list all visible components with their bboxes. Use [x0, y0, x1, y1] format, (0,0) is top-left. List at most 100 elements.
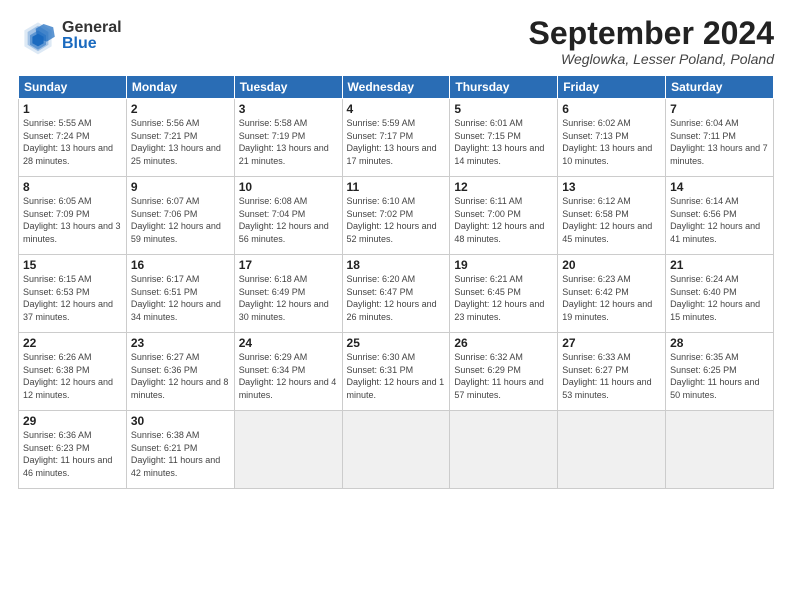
day-number: 16: [131, 258, 230, 272]
calendar-empty-cell: [342, 411, 450, 489]
logo-blue: Blue: [62, 36, 122, 52]
calendar-empty-cell: [234, 411, 342, 489]
calendar-table: SundayMondayTuesdayWednesdayThursdayFrid…: [18, 75, 774, 489]
calendar-day-25: 25 Sunrise: 6:30 AM Sunset: 6:31 PM Dayl…: [342, 333, 450, 411]
day-header-saturday: Saturday: [666, 76, 774, 99]
calendar-day-5: 5 Sunrise: 6:01 AM Sunset: 7:15 PM Dayli…: [450, 99, 558, 177]
day-number: 19: [454, 258, 553, 272]
calendar-day-28: 28 Sunrise: 6:35 AM Sunset: 6:25 PM Dayl…: [666, 333, 774, 411]
day-detail: Sunrise: 6:24 AM Sunset: 6:40 PM Dayligh…: [670, 273, 769, 323]
day-number: 13: [562, 180, 661, 194]
calendar-day-4: 4 Sunrise: 5:59 AM Sunset: 7:17 PM Dayli…: [342, 99, 450, 177]
day-detail: Sunrise: 6:26 AM Sunset: 6:38 PM Dayligh…: [23, 351, 122, 401]
calendar-day-17: 17 Sunrise: 6:18 AM Sunset: 6:49 PM Dayl…: [234, 255, 342, 333]
day-number: 14: [670, 180, 769, 194]
day-detail: Sunrise: 6:04 AM Sunset: 7:11 PM Dayligh…: [670, 117, 769, 167]
day-header-sunday: Sunday: [19, 76, 127, 99]
day-header-monday: Monday: [126, 76, 234, 99]
day-detail: Sunrise: 6:30 AM Sunset: 6:31 PM Dayligh…: [347, 351, 446, 401]
calendar-day-3: 3 Sunrise: 5:58 AM Sunset: 7:19 PM Dayli…: [234, 99, 342, 177]
calendar-day-6: 6 Sunrise: 6:02 AM Sunset: 7:13 PM Dayli…: [558, 99, 666, 177]
calendar-header-row: SundayMondayTuesdayWednesdayThursdayFrid…: [19, 76, 774, 99]
calendar-day-8: 8 Sunrise: 6:05 AM Sunset: 7:09 PM Dayli…: [19, 177, 127, 255]
calendar-day-20: 20 Sunrise: 6:23 AM Sunset: 6:42 PM Dayl…: [558, 255, 666, 333]
calendar-day-21: 21 Sunrise: 6:24 AM Sunset: 6:40 PM Dayl…: [666, 255, 774, 333]
calendar-day-26: 26 Sunrise: 6:32 AM Sunset: 6:29 PM Dayl…: [450, 333, 558, 411]
day-number: 10: [239, 180, 338, 194]
day-detail: Sunrise: 6:07 AM Sunset: 7:06 PM Dayligh…: [131, 195, 230, 245]
logo-icon: [18, 16, 58, 56]
calendar-empty-cell: [450, 411, 558, 489]
day-number: 2: [131, 102, 230, 116]
day-header-friday: Friday: [558, 76, 666, 99]
day-number: 6: [562, 102, 661, 116]
calendar-day-18: 18 Sunrise: 6:20 AM Sunset: 6:47 PM Dayl…: [342, 255, 450, 333]
day-number: 17: [239, 258, 338, 272]
calendar-week-2: 8 Sunrise: 6:05 AM Sunset: 7:09 PM Dayli…: [19, 177, 774, 255]
calendar-day-15: 15 Sunrise: 6:15 AM Sunset: 6:53 PM Dayl…: [19, 255, 127, 333]
day-number: 8: [23, 180, 122, 194]
day-detail: Sunrise: 6:35 AM Sunset: 6:25 PM Dayligh…: [670, 351, 769, 401]
logo-text: General Blue: [62, 20, 122, 52]
day-number: 29: [23, 414, 122, 428]
month-title: September 2024: [529, 16, 774, 51]
day-number: 21: [670, 258, 769, 272]
day-number: 28: [670, 336, 769, 350]
day-number: 20: [562, 258, 661, 272]
day-detail: Sunrise: 6:36 AM Sunset: 6:23 PM Dayligh…: [23, 429, 122, 479]
calendar-page: General Blue September 2024 Weglowka, Le…: [0, 0, 792, 612]
day-detail: Sunrise: 6:18 AM Sunset: 6:49 PM Dayligh…: [239, 273, 338, 323]
logo: General Blue: [18, 16, 122, 56]
day-detail: Sunrise: 6:21 AM Sunset: 6:45 PM Dayligh…: [454, 273, 553, 323]
calendar-day-13: 13 Sunrise: 6:12 AM Sunset: 6:58 PM Dayl…: [558, 177, 666, 255]
title-block: September 2024 Weglowka, Lesser Poland, …: [529, 16, 774, 67]
day-detail: Sunrise: 6:23 AM Sunset: 6:42 PM Dayligh…: [562, 273, 661, 323]
calendar-day-2: 2 Sunrise: 5:56 AM Sunset: 7:21 PM Dayli…: [126, 99, 234, 177]
day-detail: Sunrise: 6:32 AM Sunset: 6:29 PM Dayligh…: [454, 351, 553, 401]
calendar-empty-cell: [666, 411, 774, 489]
day-detail: Sunrise: 6:20 AM Sunset: 6:47 PM Dayligh…: [347, 273, 446, 323]
calendar-week-4: 22 Sunrise: 6:26 AM Sunset: 6:38 PM Dayl…: [19, 333, 774, 411]
calendar-day-24: 24 Sunrise: 6:29 AM Sunset: 6:34 PM Dayl…: [234, 333, 342, 411]
day-detail: Sunrise: 6:27 AM Sunset: 6:36 PM Dayligh…: [131, 351, 230, 401]
day-detail: Sunrise: 6:14 AM Sunset: 6:56 PM Dayligh…: [670, 195, 769, 245]
calendar-day-16: 16 Sunrise: 6:17 AM Sunset: 6:51 PM Dayl…: [126, 255, 234, 333]
day-header-thursday: Thursday: [450, 76, 558, 99]
calendar-day-12: 12 Sunrise: 6:11 AM Sunset: 7:00 PM Dayl…: [450, 177, 558, 255]
calendar-day-19: 19 Sunrise: 6:21 AM Sunset: 6:45 PM Dayl…: [450, 255, 558, 333]
day-number: 4: [347, 102, 446, 116]
day-detail: Sunrise: 5:56 AM Sunset: 7:21 PM Dayligh…: [131, 117, 230, 167]
day-number: 15: [23, 258, 122, 272]
day-detail: Sunrise: 6:12 AM Sunset: 6:58 PM Dayligh…: [562, 195, 661, 245]
day-number: 22: [23, 336, 122, 350]
day-number: 25: [347, 336, 446, 350]
day-detail: Sunrise: 6:05 AM Sunset: 7:09 PM Dayligh…: [23, 195, 122, 245]
day-detail: Sunrise: 6:33 AM Sunset: 6:27 PM Dayligh…: [562, 351, 661, 401]
calendar-day-30: 30 Sunrise: 6:38 AM Sunset: 6:21 PM Dayl…: [126, 411, 234, 489]
day-detail: Sunrise: 5:55 AM Sunset: 7:24 PM Dayligh…: [23, 117, 122, 167]
day-detail: Sunrise: 6:02 AM Sunset: 7:13 PM Dayligh…: [562, 117, 661, 167]
day-detail: Sunrise: 6:08 AM Sunset: 7:04 PM Dayligh…: [239, 195, 338, 245]
day-detail: Sunrise: 6:01 AM Sunset: 7:15 PM Dayligh…: [454, 117, 553, 167]
day-number: 18: [347, 258, 446, 272]
calendar-week-5: 29 Sunrise: 6:36 AM Sunset: 6:23 PM Dayl…: [19, 411, 774, 489]
day-detail: Sunrise: 5:59 AM Sunset: 7:17 PM Dayligh…: [347, 117, 446, 167]
logo-general: General: [62, 20, 122, 36]
calendar-day-7: 7 Sunrise: 6:04 AM Sunset: 7:11 PM Dayli…: [666, 99, 774, 177]
calendar-day-22: 22 Sunrise: 6:26 AM Sunset: 6:38 PM Dayl…: [19, 333, 127, 411]
calendar-day-27: 27 Sunrise: 6:33 AM Sunset: 6:27 PM Dayl…: [558, 333, 666, 411]
day-header-wednesday: Wednesday: [342, 76, 450, 99]
calendar-day-14: 14 Sunrise: 6:14 AM Sunset: 6:56 PM Dayl…: [666, 177, 774, 255]
day-number: 3: [239, 102, 338, 116]
day-number: 30: [131, 414, 230, 428]
day-detail: Sunrise: 5:58 AM Sunset: 7:19 PM Dayligh…: [239, 117, 338, 167]
calendar-week-1: 1 Sunrise: 5:55 AM Sunset: 7:24 PM Dayli…: [19, 99, 774, 177]
location-subtitle: Weglowka, Lesser Poland, Poland: [529, 51, 774, 67]
day-number: 11: [347, 180, 446, 194]
day-detail: Sunrise: 6:38 AM Sunset: 6:21 PM Dayligh…: [131, 429, 230, 479]
day-header-tuesday: Tuesday: [234, 76, 342, 99]
calendar-empty-cell: [558, 411, 666, 489]
day-detail: Sunrise: 6:15 AM Sunset: 6:53 PM Dayligh…: [23, 273, 122, 323]
calendar-day-10: 10 Sunrise: 6:08 AM Sunset: 7:04 PM Dayl…: [234, 177, 342, 255]
calendar-week-3: 15 Sunrise: 6:15 AM Sunset: 6:53 PM Dayl…: [19, 255, 774, 333]
